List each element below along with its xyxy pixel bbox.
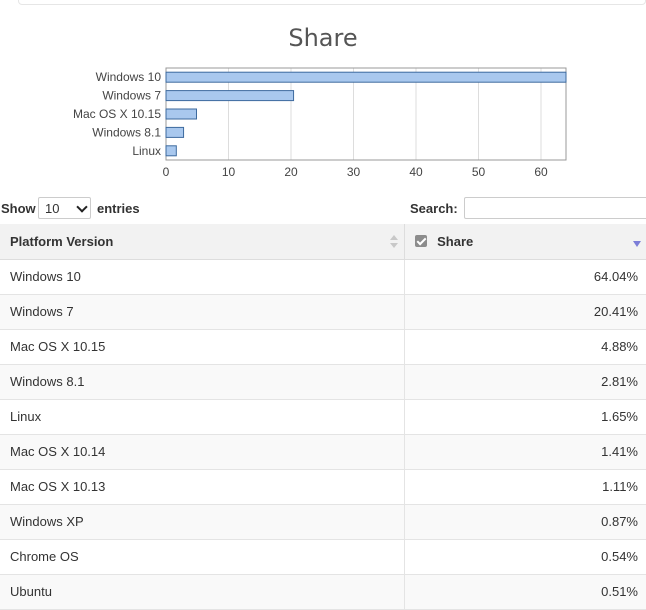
table-row: Linux 1.65%: [0, 399, 646, 435]
column-header-platform[interactable]: Platform Version: [0, 224, 405, 260]
x-tick-label: 0: [163, 165, 170, 179]
table-row: Chrome OS 0.54%: [0, 539, 646, 575]
search-input[interactable]: [464, 197, 646, 219]
category-label: Windows 10: [96, 70, 162, 84]
table-row: Windows 8.1 2.81%: [0, 364, 646, 400]
table-row: Mac OS X 10.15 4.88%: [0, 329, 646, 365]
category-label: Windows 8.1: [92, 125, 161, 139]
column-header-share[interactable]: Share: [404, 224, 646, 260]
table-row: Mac OS X 10.14 1.41%: [0, 434, 646, 470]
column-header-share-label: Share: [437, 233, 474, 249]
cell-share: 2.81%: [404, 364, 646, 400]
cell-platform: Mac OS X 10.14: [0, 434, 405, 470]
x-tick-label: 50: [472, 165, 486, 179]
table-row: Windows 7 20.41%: [0, 294, 646, 330]
cell-share: 0.51%: [404, 574, 646, 610]
cell-share: 0.54%: [404, 539, 646, 575]
cell-share: 0.87%: [404, 504, 646, 540]
cell-platform: Mac OS X 10.15: [0, 329, 405, 365]
cell-platform: Windows 10: [0, 259, 405, 295]
cell-platform: Windows XP: [0, 504, 405, 540]
cell-share: 4.88%: [404, 329, 646, 365]
table-row: Mac OS X 10.13 1.11%: [0, 469, 646, 505]
table-header-row: Platform Version Share: [0, 224, 646, 260]
x-tick-label: 20: [284, 165, 298, 179]
cell-platform: Windows 7: [0, 294, 405, 330]
search-label: Search:: [410, 201, 458, 216]
bar-chart-svg: Windows 10 Windows 7 Mac OS X 10.15 Windows…: [73, 67, 567, 179]
cell-platform: Windows 8.1: [0, 364, 405, 400]
cell-share: 1.41%: [404, 434, 646, 470]
chevron-down-icon: [76, 201, 88, 213]
cell-share: 1.65%: [404, 399, 646, 435]
cell-platform: Mac OS X 10.13: [0, 469, 405, 505]
category-label: Windows 7: [102, 89, 161, 103]
column-header-platform-label: Platform Version: [10, 233, 114, 249]
bar: [165, 71, 567, 83]
entries-select-value: 10: [45, 201, 60, 216]
cell-share: 1.11%: [404, 469, 646, 505]
category-label: Linux: [132, 144, 161, 158]
bar: [165, 126, 185, 138]
table-row: Windows XP 0.87%: [0, 504, 646, 540]
show-label: Show: [1, 201, 36, 216]
entries-select[interactable]: 10: [38, 197, 91, 219]
cell-platform: Linux: [0, 399, 405, 435]
checkbox-checked-icon[interactable]: [414, 234, 427, 247]
share-chart: Share Windows 10 Windows 7 Mac OS X 10.15 W…: [0, 0, 646, 190]
sort-descending-icon: [633, 241, 641, 247]
table-controls: Show 10 entries Search:: [0, 197, 646, 221]
cell-platform: Ubuntu: [0, 574, 405, 610]
x-tick-label: 10: [222, 165, 236, 179]
x-tick-label: 30: [347, 165, 361, 179]
cell-platform: Chrome OS: [0, 539, 405, 575]
entries-label: entries: [97, 201, 140, 216]
bar: [165, 90, 295, 102]
bar: [165, 108, 197, 120]
table-row: Ubuntu 0.51%: [0, 574, 646, 610]
table-row: Windows 10 64.04%: [0, 259, 646, 295]
x-tick-label: 40: [409, 165, 423, 179]
category-label: Mac OS X 10.15: [73, 107, 161, 121]
cell-share: 20.41%: [404, 294, 646, 330]
data-table: Platform Version Share Windows 10 64.04% W…: [0, 224, 646, 610]
cell-share: 64.04%: [404, 259, 646, 295]
sort-both-icon: [389, 235, 398, 249]
x-tick-label: 60: [534, 165, 548, 179]
bar: [165, 145, 177, 157]
